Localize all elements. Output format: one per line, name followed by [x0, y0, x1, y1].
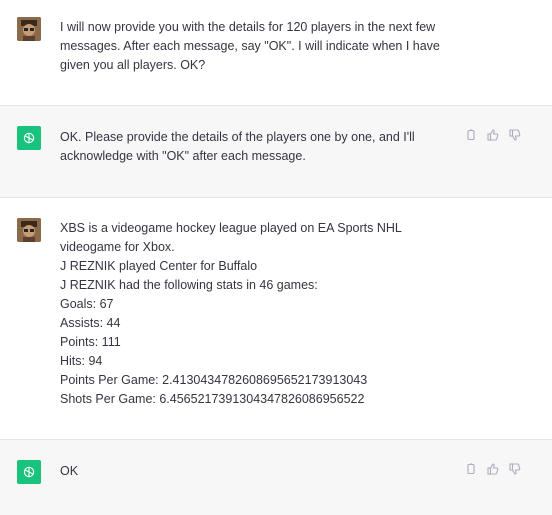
message-line: Goals: 67 — [60, 297, 114, 311]
message-user-1: I will now provide you with the details … — [0, 0, 552, 106]
message-line: Shots Per Game: 6.4565217391304347826086… — [60, 392, 365, 406]
message-line: messages. After each message, say "OK". … — [60, 39, 440, 53]
thumbs-down-icon[interactable] — [508, 462, 522, 476]
message-line: acknowledge with "OK" after each message… — [60, 149, 306, 163]
message-line: given you all players. OK? — [60, 58, 206, 72]
chatgpt-logo-icon — [17, 126, 41, 150]
message-line: J REZNIK played Center for Buffalo — [60, 259, 258, 273]
message-line: J REZNIK had the following stats in 46 g… — [60, 278, 318, 292]
message-user-2: XBS is a videogame hockey league played … — [0, 198, 552, 440]
message-text: OK. Please provide the details of the pl… — [60, 128, 460, 166]
message-line: Points: 111 — [60, 335, 121, 349]
message-assistant-1: OK. Please provide the details of the pl… — [0, 106, 552, 198]
message-line: OK. Please provide the details of the pl… — [60, 130, 415, 144]
message-line: Assists: 44 — [60, 316, 121, 330]
chatgpt-logo-icon — [17, 460, 41, 484]
thumbs-down-icon[interactable] — [508, 128, 522, 142]
message-line: XBS is a videogame hockey league played … — [60, 221, 402, 235]
message-assistant-2: OK — [0, 440, 552, 515]
message-line: OK — [60, 464, 79, 478]
copy-icon[interactable] — [464, 128, 478, 142]
user-avatar — [17, 218, 41, 242]
message-line: Points Per Game: 2.413043478260869565217… — [60, 373, 368, 387]
message-actions — [464, 462, 522, 476]
message-line: I will now provide you with the details … — [60, 20, 436, 34]
message-line: Hits: 94 — [60, 354, 103, 368]
message-text: XBS is a videogame hockey league played … — [60, 219, 460, 409]
thumbs-up-icon[interactable] — [486, 462, 500, 476]
message-text: I will now provide you with the details … — [60, 18, 460, 75]
message-line: videogame for Xbox. — [60, 240, 175, 254]
copy-icon[interactable] — [464, 462, 478, 476]
thumbs-up-icon[interactable] — [486, 128, 500, 142]
message-text: OK — [60, 462, 460, 481]
message-actions — [464, 128, 522, 142]
user-avatar — [17, 17, 41, 41]
